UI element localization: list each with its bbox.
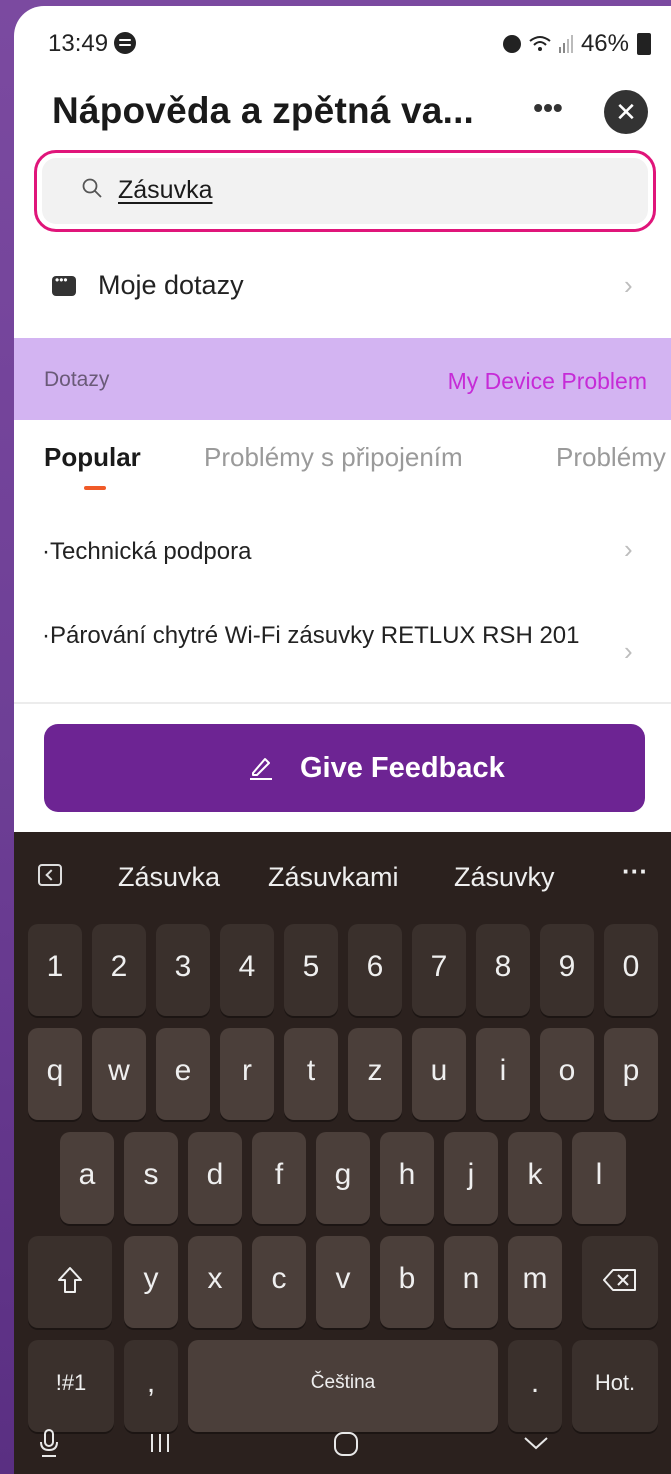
search-input[interactable]: Zásuvka — [42, 158, 648, 224]
system-nav-bar — [14, 1410, 671, 1474]
chevron-right-icon: › — [624, 534, 633, 564]
key-c[interactable]: c — [252, 1236, 306, 1328]
faq-item-text: ·Technická podpora — [42, 538, 252, 565]
key-n[interactable]: n — [444, 1236, 498, 1328]
list-item[interactable]: ·Párování chytré Wi-Fi zásuvky RETLUX RS… — [14, 602, 671, 698]
key-2[interactable]: 2 — [92, 924, 146, 1016]
battery-icon — [637, 33, 651, 55]
key-i[interactable]: i — [476, 1028, 530, 1120]
key-q[interactable]: q — [28, 1028, 82, 1120]
key-9[interactable]: 9 — [540, 924, 594, 1016]
faq-tabs: Popular Problémy s připojením Problémy — [14, 426, 671, 496]
key-o[interactable]: o — [540, 1028, 594, 1120]
key-1[interactable]: 1 — [28, 924, 82, 1016]
signal-icon — [558, 35, 573, 53]
key-f[interactable]: f — [252, 1132, 306, 1224]
close-button[interactable]: ✕ — [604, 90, 648, 134]
shift-icon — [58, 1267, 82, 1293]
key-v[interactable]: v — [316, 1236, 370, 1328]
chevron-right-icon: › — [624, 270, 633, 300]
recent-apps-icon[interactable] — [148, 1432, 172, 1454]
key-e[interactable]: e — [156, 1028, 210, 1120]
keyboard-collapse-icon[interactable] — [38, 864, 62, 886]
tab-connection-problems[interactable]: Problémy s připojením — [204, 442, 463, 473]
key-0[interactable]: 0 — [604, 924, 658, 1016]
key-z[interactable]: z — [348, 1028, 402, 1120]
phone-screen: 13:49 46% Nápověda a zpětná va... ••• ✕ — [14, 6, 671, 1474]
my-questions-label: Moje dotazy — [98, 270, 244, 300]
backspace-icon — [603, 1269, 636, 1291]
app-header: Nápověda a zpětná va... ••• ✕ — [14, 84, 671, 148]
suggestion-2[interactable]: Zásuvkami — [268, 862, 399, 893]
give-feedback-label: Give Feedback — [300, 752, 505, 784]
list-item[interactable]: ·Technická podpora › — [14, 516, 671, 590]
more-options-button[interactable]: ••• — [526, 90, 570, 134]
active-tab-indicator — [84, 486, 106, 490]
key-w[interactable]: w — [92, 1028, 146, 1120]
tab-popular[interactable]: Popular — [44, 442, 141, 473]
faq-section-label: Dotazy — [44, 368, 110, 391]
shift-key[interactable] — [28, 1236, 112, 1328]
status-bar: 13:49 46% — [14, 6, 671, 78]
tab-problems[interactable]: Problémy — [556, 442, 666, 473]
faq-section-header: Dotazy My Device Problem — [14, 338, 671, 420]
key-d[interactable]: d — [188, 1132, 242, 1224]
alarm-icon — [502, 35, 521, 53]
key-m[interactable]: m — [508, 1236, 562, 1328]
pencil-icon — [250, 758, 272, 780]
key-t[interactable]: t — [284, 1028, 338, 1120]
chevron-right-icon: › — [624, 636, 633, 666]
my-device-problem-link[interactable]: My Device Problem — [448, 368, 647, 395]
key-h[interactable]: h — [380, 1132, 434, 1224]
status-time: 13:49 — [48, 30, 109, 57]
my-questions-row[interactable]: Moje dotazy › — [14, 246, 671, 326]
key-g[interactable]: g — [316, 1132, 370, 1224]
divider — [14, 702, 671, 704]
key-k[interactable]: k — [508, 1132, 562, 1224]
key-r[interactable]: r — [220, 1028, 274, 1120]
page-title: Nápověda a zpětná va... — [52, 90, 475, 131]
search-icon — [82, 178, 102, 198]
key-a[interactable]: a — [60, 1132, 114, 1224]
give-feedback-button[interactable]: Give Feedback — [44, 724, 645, 812]
key-6[interactable]: 6 — [348, 924, 402, 1016]
suggestion-3[interactable]: Zásuvky — [454, 862, 555, 893]
backspace-key[interactable] — [582, 1236, 658, 1328]
chevron-down-icon[interactable] — [522, 1434, 550, 1452]
home-icon[interactable] — [332, 1430, 360, 1458]
key-s[interactable]: s — [124, 1132, 178, 1224]
microphone-icon[interactable] — [38, 1428, 60, 1458]
chat-bubble-icon — [52, 273, 76, 296]
key-4[interactable]: 4 — [220, 924, 274, 1016]
key-7[interactable]: 7 — [412, 924, 466, 1016]
faq-item-text: ·Párování chytré Wi-Fi zásuvky RETLUX RS… — [42, 622, 580, 649]
suggestion-1[interactable]: Zásuvka — [118, 862, 220, 893]
key-x[interactable]: x — [188, 1236, 242, 1328]
key-j[interactable]: j — [444, 1132, 498, 1224]
search-value: Zásuvka — [118, 176, 213, 204]
key-p[interactable]: p — [604, 1028, 658, 1120]
more-suggestions-icon[interactable]: ··· — [622, 856, 648, 887]
key-u[interactable]: u — [412, 1028, 466, 1120]
suggestion-bar: Zásuvka Zásuvkami Zásuvky ··· — [14, 832, 671, 922]
on-screen-keyboard: Zásuvka Zásuvkami Zásuvky ··· 1 2 3 4 5 … — [14, 832, 671, 1474]
key-y[interactable]: y — [124, 1236, 178, 1328]
wifi-icon — [529, 36, 551, 51]
battery-percent: 46% — [580, 30, 629, 57]
status-indicators: 46% — [502, 30, 651, 58]
key-3[interactable]: 3 — [156, 924, 210, 1016]
key-5[interactable]: 5 — [284, 924, 338, 1016]
spotify-icon — [114, 32, 136, 54]
key-b[interactable]: b — [380, 1236, 434, 1328]
key-8[interactable]: 8 — [476, 924, 530, 1016]
key-l[interactable]: l — [572, 1132, 626, 1224]
